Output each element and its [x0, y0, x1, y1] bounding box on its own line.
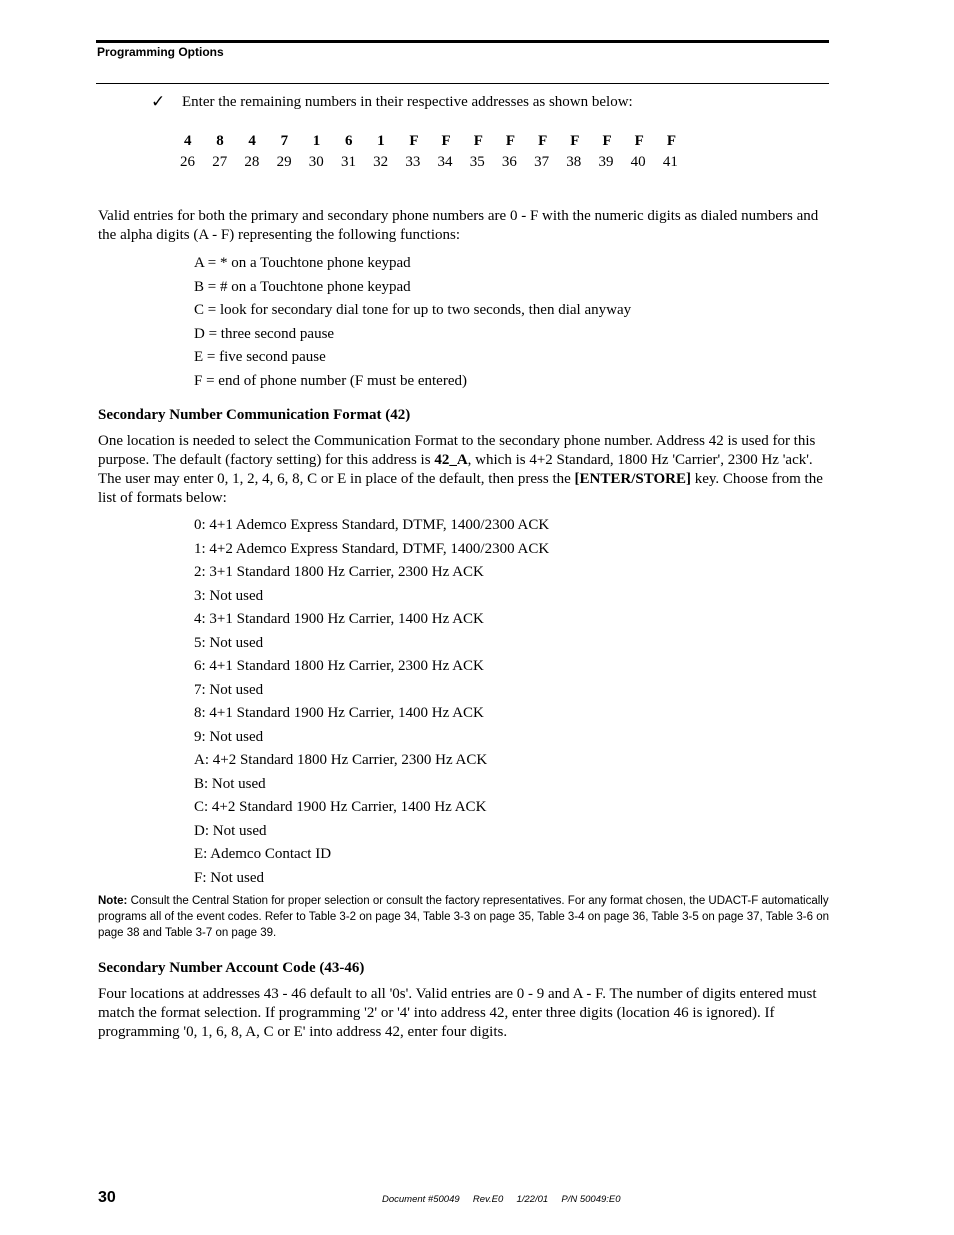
address-value-cell: 8 [216, 133, 224, 149]
address-number-cell: 39 [598, 154, 614, 170]
address-value-cell: 4 [184, 133, 192, 149]
address-value-cell: F [505, 133, 516, 149]
valid-entries-paragraph: Valid entries for both the primary and s… [98, 208, 819, 243]
address-value-table: 4 8 4 7 1 6 1 F F F F F F F F F 26 27 28 29 30 31 32 33 34 35 36 3… [180, 131, 695, 173]
function-list-item: E = five second pause [194, 349, 326, 365]
address-value-cell: 1 [377, 133, 385, 149]
format-list-item: A: 4+2 Standard 1800 Hz Carrier, 2300 Hz… [194, 752, 488, 768]
address-number-cell: 35 [469, 154, 485, 170]
format-section-heading: Secondary Number Communication Format (4… [98, 407, 411, 423]
address-number-cell: 37 [534, 154, 550, 170]
address-value-cell: F [602, 133, 612, 149]
format-list-item: B: Not used [194, 775, 266, 792]
format-section-paragraph: One location is needed to select the Com… [98, 432, 828, 508]
address-number-cell: 36 [501, 154, 517, 170]
format-list-item: C: 4+2 Standard 1900 Hz Carrier, 1400 Hz… [194, 799, 487, 815]
format-list: 0: 4+1 Ademco Express Standard, DTMF, 14… [194, 514, 549, 890]
format-list-item: 9: Not used [194, 728, 264, 745]
format-list-item: D: Not used [194, 822, 267, 839]
address-number-cell: 31 [340, 154, 356, 170]
format-list-item: 6: 4+1 Standard 1800 Hz Carrier, 2300 Hz… [194, 658, 484, 674]
address-value-cell: 1 [312, 133, 321, 149]
format-list-item: 3: Not used [194, 587, 264, 604]
default-value-bold: 42_A [434, 452, 468, 468]
address-value-cell: F [666, 133, 676, 149]
alpha-function-list: A = * on a Touchtone phone keypad B = # o… [194, 252, 631, 393]
format-list-item: E: Ademco Contact ID [194, 846, 332, 862]
address-number-cell: 29 [276, 154, 292, 170]
address-value-cell: F [634, 133, 644, 149]
address-numbers-row: 26 27 28 29 30 31 32 33 34 35 36 37 38 39 40 41 [180, 152, 695, 173]
address-value-cell: F [473, 133, 483, 149]
format-list-item: 8: 4+1 Standard 1900 Hz Carrier, 1400 Hz… [194, 705, 484, 721]
format-list-item: 7: Not used [194, 681, 264, 698]
format-list-item: 1: 4+2 Ademco Express Standard, DTMF, 14… [194, 540, 550, 557]
address-number-cell: 40 [630, 154, 646, 170]
header-top-rule [96, 40, 829, 43]
function-list-item: D = three second pause [194, 325, 335, 342]
note-label: Note: [98, 895, 128, 907]
header-bottom-rule [96, 83, 829, 84]
account-section-paragraph: Four locations at addresses 43 - 46 defa… [98, 986, 817, 1040]
format-list-item: 4: 3+1 Standard 1900 Hz Carrier, 1400 Hz… [194, 611, 484, 627]
address-value-cell: 4 [248, 133, 256, 149]
address-number-cell: 41 [662, 154, 678, 170]
section-header-title: Programming Options [97, 45, 224, 59]
address-number-cell: 32 [373, 154, 389, 170]
page-number: 30 [98, 1189, 116, 1206]
format-list-item: F: Not used [194, 869, 265, 886]
function-list-item: B = # on a Touchtone phone keypad [194, 278, 411, 295]
address-number-cell: 30 [308, 154, 324, 170]
address-value-cell: F [441, 133, 451, 149]
address-number-cell: 34 [437, 154, 453, 170]
address-number-cell: 26 [180, 154, 195, 170]
address-value-cell: F [538, 133, 548, 149]
function-list-item: A = * on a Touchtone phone keypad [194, 255, 411, 271]
address-number-cell: 28 [244, 154, 260, 170]
document-footer: Document #50049 Rev.E0 1/22/01 P/N 50049… [382, 1194, 621, 1205]
address-number-cell: 27 [212, 154, 228, 170]
address-value-cell: 6 [344, 133, 353, 149]
address-values-row: 4 8 4 7 1 6 1 F F F F F F F F F [180, 131, 695, 152]
instruction-text: Enter the remaining numbers in their res… [182, 94, 633, 110]
address-number-cell: 33 [405, 154, 421, 170]
address-value-cell: F [570, 133, 580, 149]
format-list-item: 0: 4+1 Ademco Express Standard, DTMF, 14… [194, 517, 550, 533]
address-value-cell: 7 [280, 133, 289, 149]
enter-store-key-bold: [ENTER/STORE] [574, 471, 691, 487]
account-section-heading: Secondary Number Account Code (43-46) [98, 960, 365, 976]
function-list-item: C = look for secondary dial tone for up … [194, 302, 632, 318]
function-list-item: F = end of phone number (F must be enter… [194, 372, 467, 389]
note-text: Consult the Central Station for proper s… [98, 895, 829, 939]
format-list-item: 5: Not used [194, 634, 264, 651]
note-paragraph: Note: Consult the Central Station for pr… [98, 893, 833, 941]
format-list-item: 2: 3+1 Standard 1800 Hz Carrier, 2300 Hz… [194, 564, 484, 580]
address-number-cell: 38 [566, 154, 582, 170]
checkmark-icon: ✓ [151, 92, 166, 111]
address-value-cell: F [409, 133, 419, 149]
